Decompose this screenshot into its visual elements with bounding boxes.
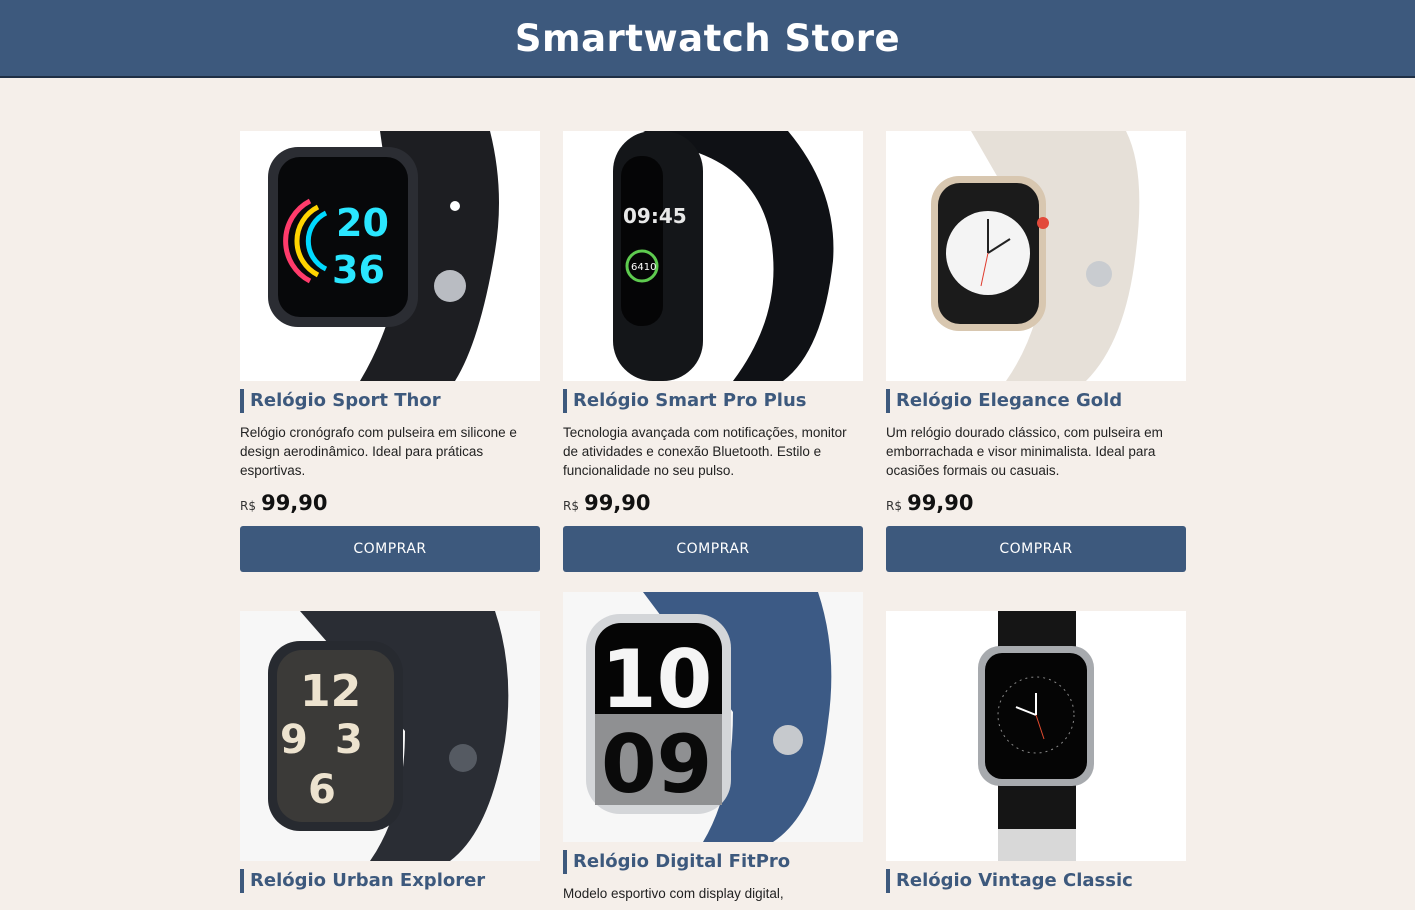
product-title: Relógio Digital FitPro [563,850,863,874]
store-header: Smartwatch Store [0,0,1415,78]
svg-text:09: 09 [601,718,712,811]
product-card-elegance-gold: Relógio Elegance Gold Um relógio dourado… [886,131,1186,572]
price-currency: R$ [240,499,256,513]
product-card-urban-explorer: 12 9 3 6 Relógio Urban Explorer [240,611,540,903]
svg-text:6410: 6410 [631,262,656,273]
product-title: Relógio Smart Pro Plus [563,389,863,413]
product-description: Tecnologia avançada com notificações, mo… [563,425,847,478]
product-description: Modelo esportivo com display digital, [563,886,784,901]
product-title: Relógio Urban Explorer [240,869,540,893]
svg-text:12: 12 [300,666,361,717]
product-image[interactable] [886,611,1186,861]
svg-text:6: 6 [308,767,336,813]
midnight-smartwatch-icon: 12 9 3 6 [268,611,509,861]
svg-text:20: 20 [336,201,389,245]
price-value: 99,90 [907,491,974,515]
black-sport-smartwatch-icon: 20 36 [268,131,499,381]
product-image[interactable]: 12 9 3 6 [240,611,540,861]
buy-button[interactable]: COMPRAR [563,526,863,572]
product-price: R$ 99,90 [240,490,540,516]
price-currency: R$ [886,499,902,513]
black-classic-smartwatch-icon [978,611,1094,861]
silver-blue-smartwatch-icon: 10 09 [586,592,832,842]
buy-button[interactable]: COMPRAR [240,526,540,572]
product-title: Relógio Vintage Classic [886,869,1186,893]
product-image[interactable] [886,131,1186,381]
price-value: 99,90 [584,491,651,515]
svg-text:10: 10 [601,633,712,726]
svg-text:36: 36 [332,248,385,292]
black-fitness-band-icon: 09:45 6410 [613,131,834,381]
svg-text:3: 3 [335,717,363,763]
page-title: Smartwatch Store [514,16,901,60]
product-title: Relógio Elegance Gold [886,389,1186,413]
product-card-vintage-classic: Relógio Vintage Classic [886,611,1186,903]
price-value: 99,90 [261,491,328,515]
product-description: Um relógio dourado clássico, com pulseir… [886,425,1163,478]
product-image[interactable]: 20 36 [240,131,540,381]
product-card-sport-thor: 20 36 Relógio Sport Thor Relógio cronógr… [240,131,540,572]
product-title: Relógio Sport Thor [240,389,540,413]
product-card-digital-fitpro: 10 09 Relógio Digital FitPro Modelo espo… [563,592,863,903]
product-card-smart-pro-plus: 09:45 6410 Relógio Smart Pro Plus Tecnol… [563,131,863,572]
product-price: R$ 99,90 [886,490,1186,516]
buy-button[interactable]: COMPRAR [886,526,1186,572]
product-image[interactable]: 09:45 6410 [563,131,863,381]
product-price: R$ 99,90 [563,490,863,516]
svg-text:9: 9 [280,717,308,763]
product-description: Relógio cronógrafo com pulseira em silic… [240,425,517,478]
svg-text:09:45: 09:45 [623,204,687,228]
price-currency: R$ [563,499,579,513]
product-image[interactable]: 10 09 [563,592,863,842]
gold-analog-smartwatch-icon [931,131,1140,381]
